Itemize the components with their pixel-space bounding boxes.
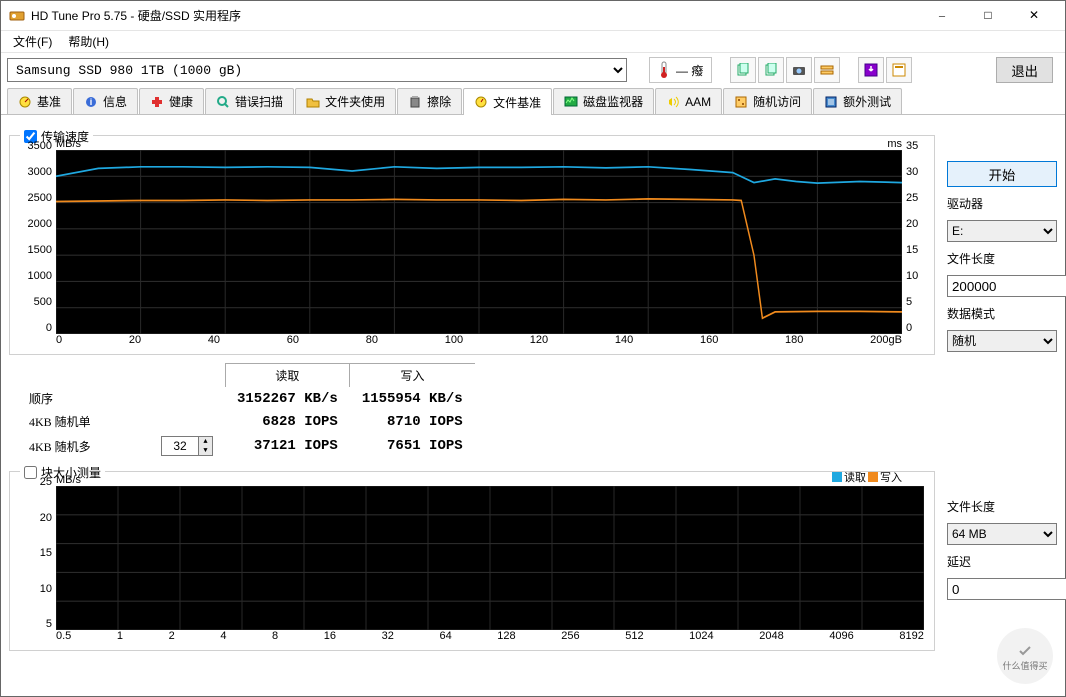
delay-input[interactable] [947,578,1066,600]
start-button[interactable]: 开始 [947,161,1057,187]
minimize-button[interactable]: – [919,1,965,31]
tab-bar: 基准 i信息 健康 错误扫描 文件夹使用 擦除 文件基准 磁盘监视器 AAM 随… [1,87,1065,115]
copy-info-button[interactable] [730,57,756,83]
titlebar: HD Tune Pro 5.75 - 硬盘/SSD 实用程序 – □ ✕ [1,1,1065,31]
data-mode-select[interactable]: 随机 [947,330,1057,352]
thermometer-icon [658,61,670,79]
file-length-input[interactable] [947,275,1066,297]
blocksize-panel: 块大小测量 读取 写入 MB/s 252015105 0.51248163264… [9,471,935,651]
watermark: 什么值得买 [997,628,1053,684]
chart2-x-axis: 0.512481632641282565121024204840968192 [56,630,924,646]
delay-label: 延迟 [947,553,1057,570]
4k-multi-read: 37121 IOPS [225,433,350,459]
qd-down[interactable]: ▼ [198,446,212,455]
file-length2-label: 文件长度 [947,498,1057,515]
queue-depth-input[interactable] [162,437,198,455]
tab-random[interactable]: 随机访问 [723,88,812,114]
chart1-plot [56,150,902,334]
maximize-button[interactable]: □ [965,1,1011,31]
tab-info[interactable]: i信息 [73,88,138,114]
tab-filebench[interactable]: 文件基准 [463,88,552,115]
menu-help[interactable]: 帮助(H) [60,31,117,52]
chart1-x-axis: 020406080100120140160180200gB [56,334,902,350]
drive-letter-select[interactable]: E: [947,220,1057,242]
chart1-y-left: 3500300025002000150010005000 [14,140,56,334]
controls-sidebar: 开始 驱动器 E: 文件长度 ▲▼MB 数据模式 随机 文件长度 64 MB 延… [947,125,1057,688]
tab-monitor[interactable]: 磁盘监视器 [553,88,654,114]
tab-benchmark[interactable]: 基准 [7,88,72,114]
data-mode-label: 数据模式 [947,305,1057,322]
queue-depth-spinner[interactable]: ▲▼ [161,436,213,456]
menu-file[interactable]: 文件(F) [5,31,60,52]
tab-erase[interactable]: 擦除 [397,88,462,114]
svg-text:i: i [90,97,93,107]
save-button[interactable] [858,57,884,83]
copy-text-button[interactable] [758,57,784,83]
4k-single-write: 8710 IOPS [350,410,475,433]
tab-errorscan[interactable]: 错误扫描 [205,88,294,114]
file-length2-select[interactable]: 64 MB [947,523,1057,545]
app-icon [9,8,25,24]
close-button[interactable]: ✕ [1011,1,1057,31]
chart1-y-right: 35302520151050 [902,140,930,334]
file-length-label: 文件长度 [947,250,1057,267]
screenshot-button[interactable] [786,57,812,83]
4k-multi-write: 7651 IOPS [350,433,475,459]
results-table: 读取写入 顺序3152267 KB/s1155954 KB/s 4KB 随机单6… [9,363,935,459]
chart2-y-left: 252015105 [14,476,56,630]
temperature-display: — 癈 [649,57,712,83]
tab-extra[interactable]: 额外测试 [813,88,902,114]
chart2-unit-left: MB/s [56,474,81,486]
4k-single-read: 6828 IOPS [225,410,350,433]
menubar: 文件(F) 帮助(H) [1,31,1065,53]
transfer-speed-panel: 传输速度 MB/s ms 350030002500200015001000500… [9,135,935,355]
load-button[interactable] [886,57,912,83]
tab-health[interactable]: 健康 [139,88,204,114]
drive-select[interactable]: Samsung SSD 980 1TB (1000 gB) [7,58,627,82]
qd-up[interactable]: ▲ [198,437,212,446]
chart1-unit-right: ms [887,138,902,150]
tab-aam[interactable]: AAM [655,88,722,114]
toolbar: Samsung SSD 980 1TB (1000 gB) — 癈 退出 [1,53,1065,87]
exit-button[interactable]: 退出 [996,57,1053,83]
seq-read: 3152267 KB/s [225,387,350,410]
seq-write: 1155954 KB/s [350,387,475,410]
temperature-value: — 癈 [676,62,703,79]
chart2-plot [56,486,924,630]
settings-button[interactable] [814,57,840,83]
drive-label: 驱动器 [947,195,1057,212]
window-title: HD Tune Pro 5.75 - 硬盘/SSD 实用程序 [31,7,919,24]
chart1-unit-left: MB/s [56,138,81,150]
tab-folder[interactable]: 文件夹使用 [295,88,396,114]
